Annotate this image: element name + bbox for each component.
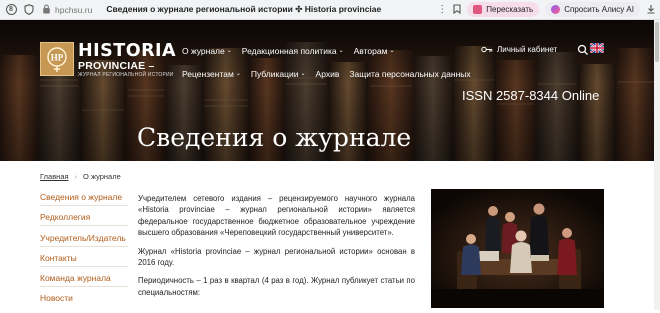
content-paragraph: Периодичность – 1 раз в квартал (4 раз в…: [138, 276, 415, 297]
sidebar-divider: [40, 205, 128, 206]
translate-label: Пересказать: [486, 5, 534, 14]
content-paragraph: Журнал «Historia provinciae – журнал рег…: [138, 246, 415, 268]
page-scrollbar[interactable]: [654, 20, 660, 310]
breadcrumb-current: О журнале: [83, 172, 121, 181]
sidebar-item-contacts[interactable]: Контакты: [40, 252, 128, 272]
menu-dots-icon[interactable]: ⋮: [437, 4, 447, 15]
main-nav-row2: Рецензентам ⌄ Публикации ⌄ Архив Защита пе…: [182, 69, 471, 79]
chevron-down-icon: ⌄: [235, 70, 241, 77]
breadcrumb: Главная › О журнале: [40, 172, 121, 181]
sidebar-item-founder[interactable]: Учредитель/Издатель: [40, 232, 128, 252]
sidebar-divider: [40, 225, 128, 226]
bookmark-icon[interactable]: [453, 3, 461, 16]
nav-personal-data[interactable]: Защита персональных данных: [349, 69, 470, 79]
nav-reviewers[interactable]: Рецензентам ⌄: [182, 69, 241, 79]
alisa-label: Спросить Алису AI: [564, 5, 634, 14]
chevron-down-icon: ⌄: [389, 47, 395, 54]
main-content: Учредителем сетевого издания – рецензиру…: [138, 193, 415, 305]
scrollbar-thumb[interactable]: [655, 22, 659, 62]
key-emblem-icon: HP: [47, 47, 67, 72]
logo-title: HISTORIA: [78, 41, 177, 61]
lock-icon: [42, 3, 51, 16]
page-tab-title: Сведения о журнале региональной истории …: [106, 4, 382, 14]
alisa-icon: [551, 5, 561, 14]
nav-publications[interactable]: Публикации ⌄: [251, 69, 306, 79]
content-paragraph: Учредителем сетевого издания – рецензиру…: [138, 194, 415, 238]
download-icon[interactable]: [646, 4, 656, 16]
svg-text:HP: HP: [51, 53, 64, 63]
sidebar-item-editorial-board[interactable]: Редколлегия: [40, 211, 128, 231]
sidebar-menu: Сведения о журнале Редколлегия Учредител…: [40, 191, 128, 313]
site-header: HP HISTORIA PROVINCIAE – ЖУРНАЛ РЕГИОНАЛ…: [0, 20, 654, 90]
sidebar-divider: [40, 266, 128, 267]
sidebar-divider: [40, 246, 128, 247]
url-text[interactable]: hpchsu.ru: [55, 5, 92, 15]
uk-flag-icon[interactable]: [590, 43, 604, 53]
logo-tagline: ЖУРНАЛ РЕГИОНАЛЬНОЙ ИСТОРИИ: [78, 72, 174, 78]
main-nav-row1: О журнале ⌄ Редакционная политика ⌄ Автора…: [182, 46, 394, 56]
chevron-down-icon: ⌄: [226, 47, 232, 54]
nav-about[interactable]: О журнале ⌄: [182, 46, 232, 56]
protect-icon[interactable]: 8: [4, 3, 18, 17]
chevron-down-icon: ⌄: [300, 70, 306, 77]
editorial-team-photo: [431, 189, 604, 308]
translate-button[interactable]: Пересказать: [467, 2, 540, 17]
cabinet-label: Личный кабинет: [497, 45, 558, 54]
nav-authors[interactable]: Авторам ⌄: [354, 46, 395, 56]
search-icon[interactable]: [577, 44, 589, 56]
page-title: Сведения о журнале: [137, 123, 412, 152]
nav-archive[interactable]: Архив: [316, 69, 340, 79]
sidebar-item-about[interactable]: Сведения о журнале: [40, 191, 128, 211]
retell-icon: [473, 5, 483, 14]
address-bar[interactable]: hpchsu.ru Сведения о журнале регионально…: [42, 2, 381, 18]
site-logo[interactable]: HP HISTORIA PROVINCIAE – ЖУРНАЛ РЕГИОНАЛ…: [40, 42, 176, 78]
issn-label: ISSN 2587-8344 Online: [462, 88, 600, 103]
nav-editorial-policy[interactable]: Редакционная политика ⌄: [242, 46, 344, 56]
sidebar-divider: [40, 286, 128, 287]
chevron-down-icon: ⌄: [338, 47, 344, 54]
logo-badge: HP: [40, 42, 74, 76]
personal-cabinet-link[interactable]: Личный кабинет: [481, 45, 557, 54]
shield-icon[interactable]: [22, 3, 36, 17]
hero-banner: HP HISTORIA PROVINCIAE – ЖУРНАЛ РЕГИОНАЛ…: [0, 20, 654, 161]
sidebar-item-team[interactable]: Команда журнала: [40, 272, 128, 292]
ask-alisa-button[interactable]: Спросить Алису AI: [545, 2, 640, 17]
logo-subtitle: PROVINCIAE –: [78, 60, 155, 72]
breadcrumb-separator: ›: [74, 172, 78, 181]
browser-toolbar: 8 hpchsu.ru Сведения о журнале региональ…: [0, 0, 660, 20]
key-icon: [481, 46, 493, 53]
breadcrumb-home[interactable]: Главная: [40, 172, 69, 181]
